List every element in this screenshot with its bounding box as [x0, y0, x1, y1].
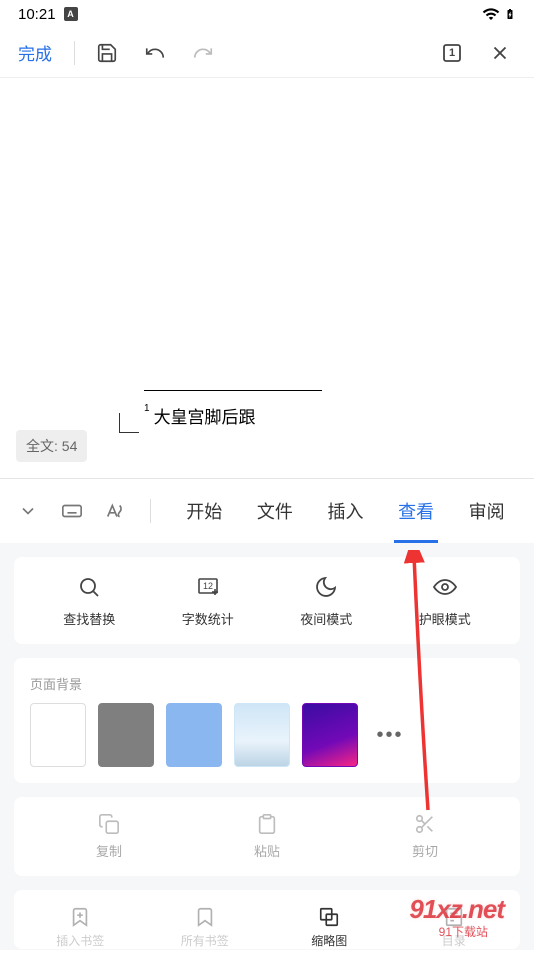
- bg-more-button[interactable]: •••: [370, 715, 410, 755]
- divider-line: [144, 390, 322, 391]
- bg-swatch-sky[interactable]: [234, 703, 290, 767]
- bookmark-add-icon: [69, 906, 91, 928]
- save-button[interactable]: [91, 37, 123, 69]
- bg-swatch-gray[interactable]: [98, 703, 154, 767]
- undo-icon: [144, 42, 166, 64]
- bottom-panel: 开始 文件 插入 查看 审阅 查找替换 12 字数统计 夜间模式: [0, 478, 534, 950]
- moon-icon: [314, 575, 338, 599]
- handwriting-button[interactable]: [100, 495, 132, 527]
- status-bar: 10:21 A: [0, 0, 534, 28]
- keyboard-icon: [61, 500, 83, 522]
- bg-swatch-purple[interactable]: [302, 703, 358, 767]
- status-time: 10:21: [18, 6, 56, 23]
- bookmark-icon: [194, 906, 216, 928]
- collapse-panel-button[interactable]: [12, 495, 44, 527]
- svg-text:12: 12: [203, 581, 213, 591]
- close-button[interactable]: [484, 37, 516, 69]
- document-canvas[interactable]: 1 大皇宫脚后跟 全文: 54: [0, 78, 534, 478]
- edit-card: 复制 粘贴 剪切: [14, 797, 520, 876]
- scissors-icon: [414, 813, 436, 835]
- word-stats-button[interactable]: 12 字数统计: [149, 573, 268, 628]
- cut-button[interactable]: 剪切: [355, 813, 495, 860]
- wordcount-icon: 12: [195, 575, 221, 599]
- word-count-badge[interactable]: 全文: 54: [16, 430, 87, 462]
- redo-button[interactable]: [187, 37, 219, 69]
- search-icon: [77, 575, 101, 599]
- eye-icon: [432, 575, 458, 599]
- chevron-down-icon: [18, 501, 38, 521]
- tools-card: 查找替换 12 字数统计 夜间模式 护眼模式: [14, 557, 520, 644]
- save-icon: [96, 42, 118, 64]
- watermark: 91xz.net: [409, 894, 504, 925]
- paste-icon: [256, 813, 278, 835]
- tab-review[interactable]: 审阅: [465, 479, 509, 543]
- separator: [74, 41, 75, 65]
- thumbnail-button[interactable]: 缩略图: [270, 894, 388, 949]
- redo-icon: [192, 42, 214, 64]
- separator: [150, 499, 151, 523]
- paste-button[interactable]: 粘贴: [197, 813, 337, 860]
- eye-care-button[interactable]: 护眼模式: [386, 573, 505, 628]
- wifi-icon: [482, 5, 500, 23]
- battery-icon: [504, 5, 516, 23]
- background-title: 页面背景: [30, 674, 504, 693]
- copy-button[interactable]: 复制: [39, 813, 179, 860]
- thumbnail-icon: [318, 906, 340, 928]
- watermark-sub: 91下载站: [439, 923, 488, 940]
- document-text: 1 大皇宫脚后跟: [144, 403, 256, 428]
- tab-row: 开始 文件 插入 查看 审阅: [0, 479, 534, 543]
- undo-button[interactable]: [139, 37, 171, 69]
- handwriting-icon: [105, 500, 127, 522]
- tab-start[interactable]: 开始: [182, 479, 226, 543]
- bg-swatch-white[interactable]: [30, 703, 86, 767]
- insert-bookmark-button[interactable]: 插入书签: [21, 894, 139, 949]
- background-card: 页面背景 •••: [14, 658, 520, 783]
- night-mode-button[interactable]: 夜间模式: [267, 573, 386, 628]
- tab-view[interactable]: 查看: [394, 479, 438, 543]
- close-icon: [489, 42, 511, 64]
- bg-swatch-blue[interactable]: [166, 703, 222, 767]
- keyboard-button[interactable]: [56, 495, 88, 527]
- all-bookmarks-button[interactable]: 所有书签: [146, 894, 264, 949]
- find-replace-button[interactable]: 查找替换: [30, 573, 149, 628]
- page-count-button[interactable]: 1: [436, 37, 468, 69]
- tab-file[interactable]: 文件: [253, 479, 297, 543]
- copy-icon: [98, 813, 120, 835]
- tabs: 开始 文件 插入 查看 审阅: [169, 479, 522, 543]
- status-badge-a: A: [64, 7, 78, 21]
- toolbar: 完成 1: [0, 28, 534, 78]
- done-button[interactable]: 完成: [18, 40, 52, 65]
- tab-insert[interactable]: 插入: [323, 479, 367, 543]
- page-corner-mark: [119, 413, 139, 433]
